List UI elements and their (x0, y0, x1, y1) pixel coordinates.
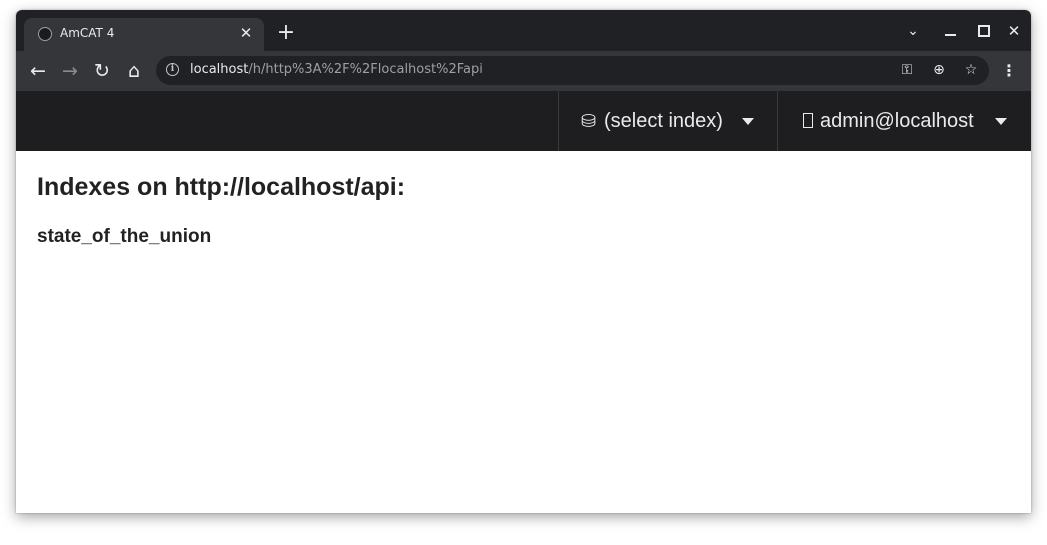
index-selector-dropdown[interactable]: ⛁ (select index) (558, 91, 778, 151)
favicon-icon (38, 27, 52, 41)
index-selector-label: (select index) (604, 110, 723, 132)
main-content: Indexes on http://localhost/api: state_o… (16, 151, 1031, 513)
tab-title: AmCAT 4 (60, 26, 115, 40)
site-info-icon[interactable]: i (166, 63, 179, 76)
key-icon[interactable]: ⚿ (898, 61, 916, 79)
tab-search-chevron-icon[interactable]: ⌄ (901, 20, 925, 42)
window-close-button[interactable]: ✕ (1002, 20, 1026, 42)
url-path: /h/http%3A%2F%2Flocalhost%2Fapi (248, 62, 483, 77)
user-menu-dropdown[interactable]: admin@localhost (777, 91, 1031, 151)
browser-window: AmCAT 4 ✕ + ⌄ ✕ ← → ↻ ⌂ i localhost/h/ht… (16, 10, 1031, 513)
caret-down-icon (995, 118, 1007, 125)
index-link-state-of-the-union[interactable]: state_of_the_union (37, 226, 211, 248)
zoom-icon[interactable]: ⊕ (930, 61, 948, 79)
new-tab-button[interactable]: + (275, 22, 297, 44)
browser-menu-icon[interactable]: ⋮ (1000, 60, 1018, 82)
url-host: localhost (190, 62, 249, 77)
maximize-button[interactable] (971, 20, 995, 42)
database-icon: ⛁ (581, 111, 597, 131)
bookmark-star-icon[interactable]: ☆ (962, 61, 980, 79)
address-bar[interactable]: i localhost/h/http%3A%2F%2Flocalhost%2Fa… (156, 56, 989, 85)
browser-tab[interactable]: AmCAT 4 ✕ (24, 18, 264, 51)
caret-down-icon (742, 118, 754, 125)
user-icon (803, 113, 813, 128)
user-menu-label: admin@localhost (820, 110, 974, 132)
tab-close-icon[interactable]: ✕ (236, 23, 256, 43)
tab-strip: AmCAT 4 ✕ + ⌄ ✕ (16, 10, 1031, 51)
minimize-button[interactable] (939, 20, 963, 42)
home-button[interactable]: ⌂ (122, 59, 146, 83)
forward-button[interactable]: → (58, 59, 82, 83)
url-text[interactable]: localhost/h/http%3A%2F%2Flocalhost%2Fapi (190, 62, 483, 77)
maximize-icon (978, 25, 990, 37)
back-button[interactable]: ← (26, 59, 50, 83)
page-title: Indexes on http://localhost/api: (37, 173, 406, 201)
minimize-icon (945, 34, 956, 36)
app-header: ⛁ (select index) admin@localhost (16, 91, 1031, 151)
reload-button[interactable]: ↻ (90, 59, 114, 83)
browser-toolbar: ← → ↻ ⌂ i localhost/h/http%3A%2F%2Flocal… (16, 51, 1031, 91)
